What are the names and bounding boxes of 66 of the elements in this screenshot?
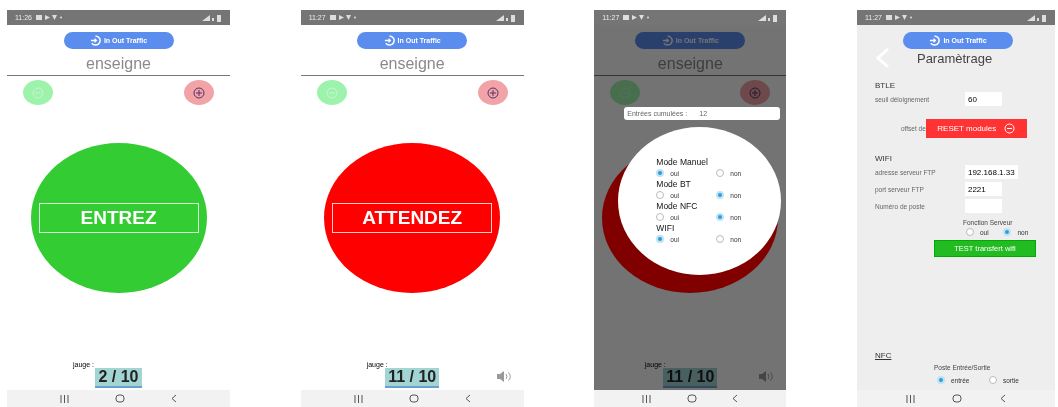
plus-icon bbox=[193, 86, 205, 99]
input-field[interactable]: 60 bbox=[964, 92, 1002, 106]
recents-icon[interactable] bbox=[353, 394, 363, 403]
plus-icon bbox=[486, 86, 499, 99]
mode-label: Mode BT bbox=[656, 179, 692, 189]
recents-icon[interactable] bbox=[905, 394, 915, 403]
radio-button[interactable] bbox=[716, 169, 725, 177]
home-icon[interactable] bbox=[408, 394, 419, 403]
mode-label: Mode Manuel bbox=[656, 157, 709, 167]
entry-arrow-icon bbox=[929, 35, 941, 46]
signal-battery-icon bbox=[202, 13, 222, 22]
radio-button[interactable] bbox=[936, 376, 945, 384]
back-icon[interactable] bbox=[464, 394, 471, 403]
radio-button[interactable] bbox=[656, 191, 665, 199]
minus-icon bbox=[325, 86, 338, 99]
minus-icon bbox=[32, 86, 44, 99]
entry-arrow-icon bbox=[661, 35, 673, 46]
recents-icon[interactable] bbox=[60, 394, 69, 403]
increment-button[interactable] bbox=[184, 80, 214, 105]
home-icon[interactable] bbox=[952, 394, 963, 403]
input-field[interactable]: 2221 bbox=[964, 182, 1002, 196]
radio-button[interactable] bbox=[656, 235, 665, 243]
notification-icons bbox=[885, 14, 912, 21]
radio-button[interactable] bbox=[656, 169, 665, 177]
reset-button[interactable]: RESET modules bbox=[925, 119, 1027, 138]
recents-icon[interactable] bbox=[642, 394, 652, 403]
section-heading: WIFI bbox=[874, 154, 893, 163]
back-icon[interactable] bbox=[171, 394, 177, 403]
back-icon[interactable] bbox=[1000, 394, 1007, 403]
radio-button[interactable] bbox=[716, 191, 725, 199]
radio-button[interactable] bbox=[1003, 228, 1012, 236]
gauge-value: 11 / 10 bbox=[385, 368, 440, 388]
mode-label: Mode NFC bbox=[656, 201, 699, 211]
back-icon[interactable] bbox=[732, 394, 739, 403]
minus-icon bbox=[1004, 123, 1016, 134]
radio-button[interactable] bbox=[656, 213, 665, 221]
signal-battery-icon bbox=[1026, 13, 1047, 22]
signal-label: ENTREZ bbox=[38, 203, 199, 233]
signal-label: ATTENDEZ bbox=[332, 203, 493, 233]
section-heading: BTLE bbox=[874, 81, 896, 90]
increment-button[interactable] bbox=[740, 80, 771, 105]
store-name-field[interactable]: enseigne bbox=[300, 55, 524, 76]
notification-icons bbox=[36, 14, 62, 21]
screen-title: Paramètrage bbox=[916, 50, 993, 66]
entry-arrow-icon bbox=[89, 35, 101, 46]
radio-button[interactable] bbox=[988, 376, 997, 384]
input-field[interactable]: 192.168.1.33 bbox=[964, 165, 1018, 179]
gauge-value: 11 / 10 bbox=[663, 368, 718, 388]
radio-button[interactable] bbox=[716, 235, 725, 243]
increment-button[interactable] bbox=[477, 80, 508, 105]
signal-battery-icon bbox=[758, 13, 779, 22]
entry-arrow-icon bbox=[383, 35, 395, 46]
gauge-value: 2 / 10 bbox=[95, 368, 142, 388]
home-icon[interactable] bbox=[686, 394, 697, 403]
speaker-icon[interactable] bbox=[758, 371, 775, 382]
plus-icon bbox=[749, 86, 762, 99]
mode-label: WIFI bbox=[656, 223, 676, 233]
notification-icons bbox=[623, 14, 650, 21]
notification-icons bbox=[329, 14, 356, 21]
signal-battery-icon bbox=[495, 13, 516, 22]
store-name-field[interactable]: enseigne bbox=[7, 55, 230, 76]
home-icon[interactable] bbox=[115, 394, 125, 403]
speaker-icon[interactable] bbox=[495, 371, 512, 382]
radio-button[interactable] bbox=[716, 213, 725, 221]
section-heading: NFC bbox=[874, 351, 893, 360]
radio-button[interactable] bbox=[965, 228, 974, 236]
